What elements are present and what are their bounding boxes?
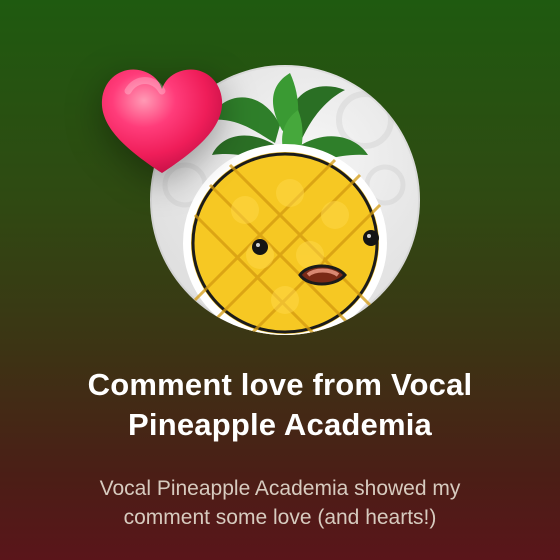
notification-title: Comment love from Vocal Pineapple Academ…	[87, 367, 473, 442]
notification-subtitle: Vocal Pineapple Academia showed my comme…	[99, 477, 461, 529]
notification-card: Comment love from Vocal Pineapple Academ…	[0, 0, 560, 560]
heart-icon	[101, 69, 223, 173]
